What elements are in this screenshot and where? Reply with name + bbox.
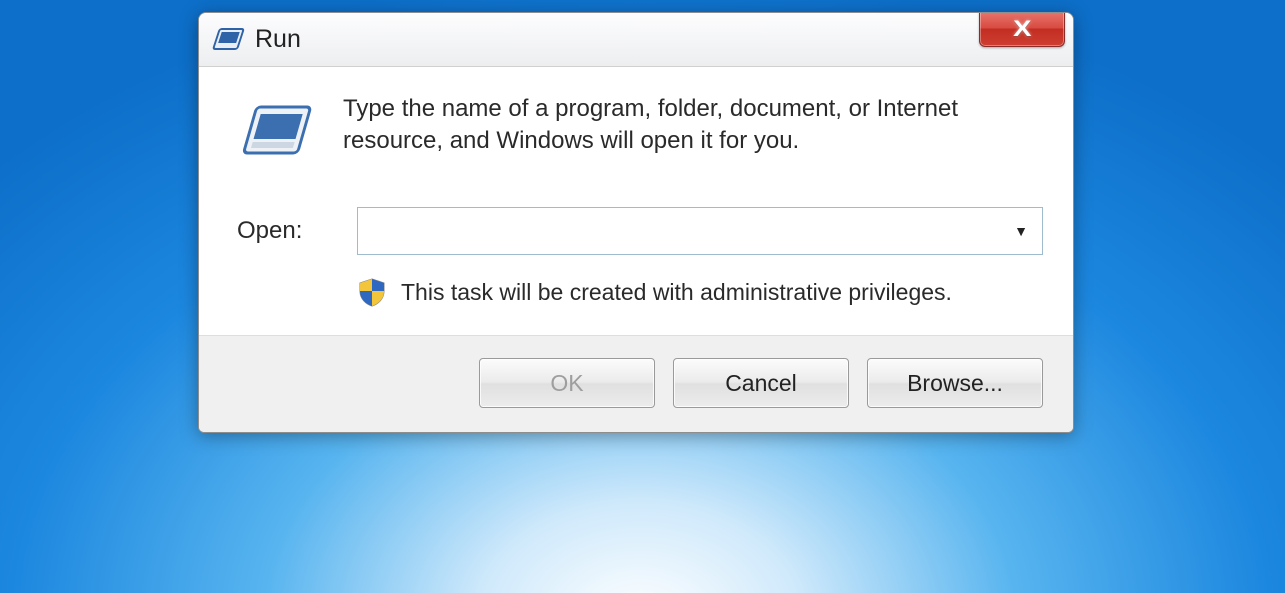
- open-label: Open:: [237, 217, 337, 245]
- dialog-body: Type the name of a program, folder, docu…: [199, 67, 1073, 335]
- desktop-background: Run X Type the name of a program, folder…: [0, 0, 1285, 593]
- ok-button[interactable]: OK: [479, 358, 655, 408]
- run-icon: [237, 99, 315, 167]
- uac-shield-icon: [357, 277, 387, 307]
- open-input[interactable]: [358, 208, 1000, 254]
- dialog-title: Run: [255, 25, 301, 54]
- run-title-icon: [211, 25, 247, 55]
- close-icon: X: [1013, 16, 1031, 42]
- admin-privileges-note: This task will be created with administr…: [401, 279, 952, 306]
- cancel-button[interactable]: Cancel: [673, 358, 849, 408]
- dialog-description: Type the name of a program, folder, docu…: [343, 93, 983, 158]
- run-dialog: Run X Type the name of a program, folder…: [198, 12, 1074, 433]
- browse-button[interactable]: Browse...: [867, 358, 1043, 408]
- open-combobox[interactable]: ▼: [357, 207, 1043, 255]
- titlebar: Run X: [199, 13, 1073, 67]
- dropdown-arrow-icon[interactable]: ▼: [1000, 208, 1042, 254]
- close-button[interactable]: X: [979, 12, 1065, 47]
- dialog-footer: OK Cancel Browse...: [199, 335, 1073, 432]
